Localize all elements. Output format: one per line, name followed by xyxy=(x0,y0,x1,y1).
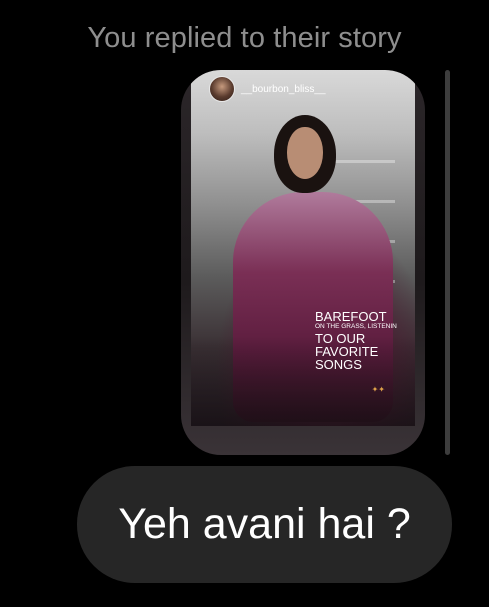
overlay-line-1: BAREFOOT xyxy=(315,309,387,324)
story-reply-card[interactable]: __bourbon_bliss__ BAREFOOT ON THE GRASS,… xyxy=(181,70,425,455)
message-bubble[interactable]: Yeh avani hai ? xyxy=(77,466,452,583)
avatar xyxy=(209,76,235,102)
story-overlay-text: BAREFOOT ON THE GRASS, LISTENIN TO OUR F… xyxy=(315,310,397,371)
story-header: __bourbon_bliss__ xyxy=(209,76,326,102)
scrollbar[interactable] xyxy=(445,70,450,455)
overlay-line-4: FAVORITE xyxy=(315,343,379,359)
story-figure-face xyxy=(287,127,323,179)
story-username: __bourbon_bliss__ xyxy=(241,83,326,95)
overlay-line-5: SONGS xyxy=(315,356,362,372)
overlay-line-2: ON THE GRASS, LISTENIN xyxy=(315,323,397,330)
reply-header: You replied to their story xyxy=(87,22,402,54)
overlay-line-3: TO OUR xyxy=(315,330,366,346)
sparkle-icon: ✦✦ xyxy=(371,385,385,394)
story-image: __bourbon_bliss__ BAREFOOT ON THE GRASS,… xyxy=(191,70,415,426)
message-text: Yeh avani hai ? xyxy=(118,500,411,548)
